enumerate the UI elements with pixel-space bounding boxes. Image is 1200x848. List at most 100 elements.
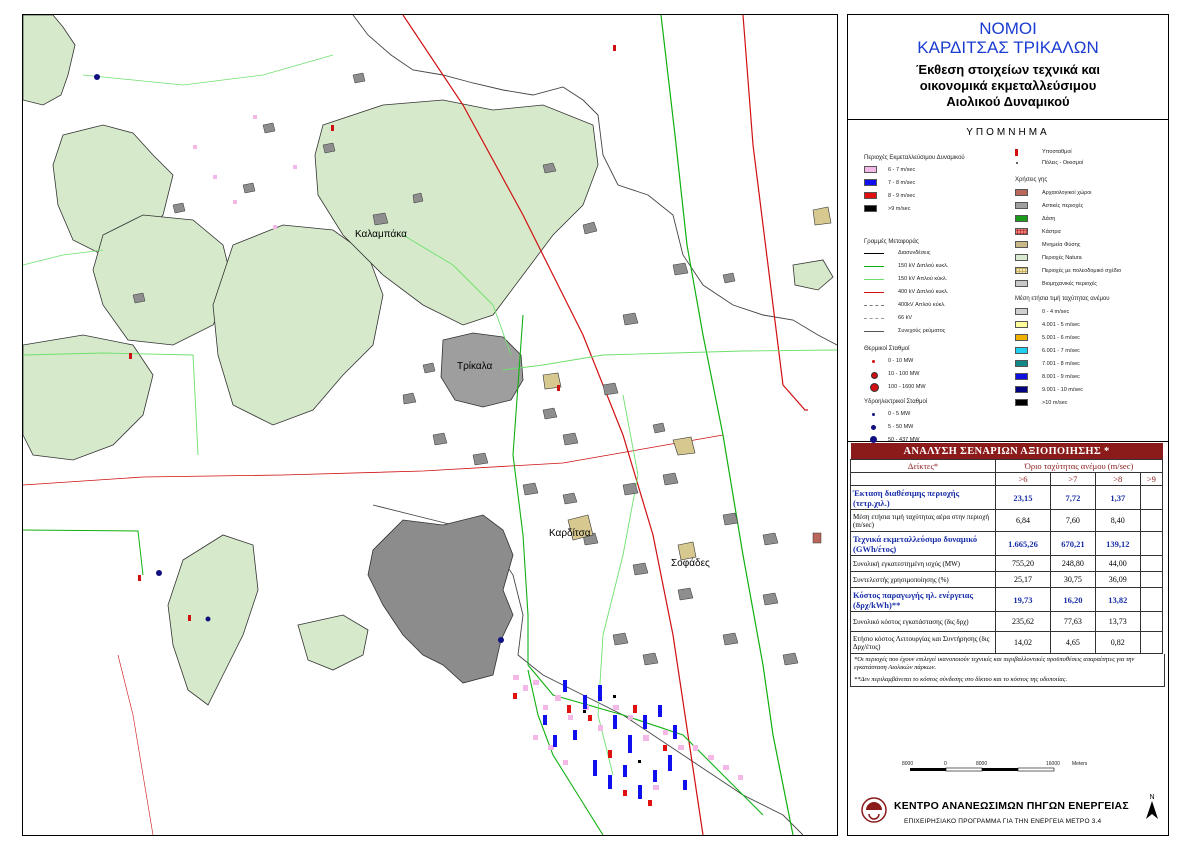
cell: 4,65: [1049, 631, 1096, 654]
substation-symbol: [1015, 149, 1018, 156]
swatch-castles: [1015, 228, 1028, 235]
hydro-station: [205, 616, 211, 622]
row-label: Έκταση διαθέσιμης περιοχής (τετρ.χιλ.): [850, 485, 996, 510]
map-canvas[interactable]: Καλαμπάκα Τρίκαλα Καρδίτσα Σοφάδες: [22, 14, 838, 836]
legend-line-5: 400kV Απλού κύκλ.: [898, 302, 946, 308]
settlement: [372, 212, 389, 226]
legend-misc-2: Πόλεις - Οικισμοί: [1042, 160, 1084, 166]
legend-wind-3: 8 - 9 m/sec: [888, 193, 916, 199]
row-label: Τεχνικά εκμεταλλεύσιμο δυναμικό (GWh/έτο…: [850, 531, 996, 556]
cell: 1,37: [1094, 485, 1141, 510]
legend-line-1: Διασυνδέσεις: [898, 250, 931, 256]
scenario-table: ΑΝΑΛΥΣΗ ΣΕΝΑΡΙΩΝ ΑΞΙΟΠΟΙΗΣΗΣ * Δείκτες* …: [850, 443, 1164, 654]
settlement: [242, 182, 256, 194]
cell: 7,60: [1049, 509, 1096, 532]
cell: 19,73: [995, 587, 1051, 612]
settlement: [322, 142, 336, 154]
swatch-town-plan: [1015, 267, 1028, 274]
cell: 77,63: [1049, 611, 1096, 632]
swatch-urban: [1015, 202, 1028, 209]
cell: 670,21: [1049, 531, 1096, 556]
north-label: N: [1149, 794, 1155, 801]
settlement: [602, 382, 619, 396]
cell: 1.665,26: [995, 531, 1051, 556]
settlement: [782, 652, 799, 666]
subtitle: Έκθεση στοιχείων τεχνικά και οικονομικά …: [848, 62, 1168, 110]
line-swatch-400-single: [864, 305, 884, 306]
line-swatch-interconnection: [864, 253, 884, 254]
cell: 248,80: [1049, 555, 1096, 572]
row-label: Μέση ετήσια τιμή ταχύτητας αέρα στην περ…: [850, 509, 996, 532]
swatch-6-7: [864, 166, 877, 173]
legend-line-7: Συνεχούς ρεύματος: [898, 328, 946, 334]
hydro-dot-large: [870, 436, 877, 443]
hydro-dot-medium: [871, 425, 876, 430]
settlement: [522, 482, 539, 496]
line-150kv: [82, 54, 334, 86]
cell: [1139, 611, 1164, 632]
cell: 235,62: [995, 611, 1051, 632]
blank-cell: [850, 472, 996, 486]
cell: 44,00: [1094, 555, 1141, 572]
substation: [557, 385, 560, 391]
cell: 13,73: [1094, 611, 1141, 632]
table-title: ΑΝΑΛΥΣΗ ΣΕΝΑΡΙΩΝ ΑΞΙΟΠΟΙΗΣΗΣ *: [850, 443, 1163, 460]
cell: 13,82: [1094, 587, 1141, 612]
line-swatch-dc: [864, 331, 884, 332]
threshold-6: >6: [995, 472, 1051, 486]
town-label-kalampaka: Καλαμπάκα: [355, 229, 407, 240]
map-svg: [23, 15, 837, 835]
legend-wind-1: 6 - 7 m/sec: [888, 167, 916, 173]
row-label: Συνολική εγκατεστημένη ισχύς (MW): [850, 555, 996, 572]
archaeological-site: [812, 532, 822, 544]
row-label: Ετήσιο κόστος Λειτουργίας και Συντήρησης…: [850, 631, 996, 654]
cell: 0,82: [1094, 631, 1141, 654]
legend-landuse-5: Μνημεία Φύσης: [1042, 242, 1081, 248]
legend-line-3: 150 kV Απλού κύκλ.: [898, 276, 948, 282]
swatch-mw-8: [1015, 399, 1028, 406]
swatch-9plus: [864, 205, 877, 212]
cell: 755,20: [995, 555, 1051, 572]
swatch-mw-2: [1015, 321, 1028, 328]
town-label-trikala: Τρίκαλα: [457, 361, 493, 372]
scale-bar: 8000 0 8000 16000 Meters: [900, 761, 1100, 783]
threshold-7: >7: [1049, 472, 1096, 486]
line-150kv: [527, 669, 604, 835]
thermal-dot-large: [870, 383, 879, 392]
cell: [1139, 485, 1164, 510]
col-indicators: Δείκτες*: [850, 459, 996, 473]
legend-mw-8: >10 m/sec: [1042, 400, 1068, 406]
legend-lines-heading: Γραμμές Μεταφοράς: [864, 239, 919, 245]
settlement: [582, 221, 598, 235]
thermal-dot-medium: [871, 372, 878, 379]
settlement: [412, 192, 424, 204]
legend-thermal-2: 10 - 100 MW: [888, 371, 920, 377]
line-swatch-400-double: [864, 292, 884, 293]
cell: [1139, 555, 1164, 572]
settlement: [542, 407, 558, 420]
row-label: Κόστος παραγωγής ηλ. ενέργειας (δρχ/kWh)…: [850, 587, 996, 612]
footer: ΚΕΝΤΡΟ ΑΝΑΝΕΩΣΙΜΩΝ ΠΗΓΩΝ ΕΝΕΡΓΕΙΑΣ ΕΠΙΧΕ…: [848, 790, 1168, 834]
settlement: [652, 422, 666, 434]
natura-area: [92, 214, 234, 346]
town-label-karditsa: Καρδίτσα: [549, 528, 591, 539]
scale-label-1: 8000: [902, 761, 914, 767]
settlement: [622, 482, 639, 496]
settlement: [762, 532, 779, 546]
legend-landuse-3: Δάση: [1042, 216, 1056, 222]
legend-hydro-1: 0 - 5 MW: [888, 411, 911, 417]
cell: 8,40: [1094, 509, 1141, 532]
settlement: [172, 202, 186, 214]
cell: 30,75: [1049, 571, 1096, 588]
natura-area: [23, 15, 76, 106]
substation: [331, 125, 334, 131]
swatch-nature-monuments: [1015, 241, 1028, 248]
line-150kv: [660, 15, 794, 835]
hydro-dot-small: [872, 413, 875, 416]
legend-landuse-heading: Χρήσεις γης: [1015, 177, 1048, 183]
monument-area: [812, 206, 832, 226]
cell: [1139, 587, 1164, 612]
cell: [1139, 509, 1164, 532]
settlement-symbol: [1016, 162, 1018, 164]
north-arrow-icon: [1146, 801, 1158, 819]
